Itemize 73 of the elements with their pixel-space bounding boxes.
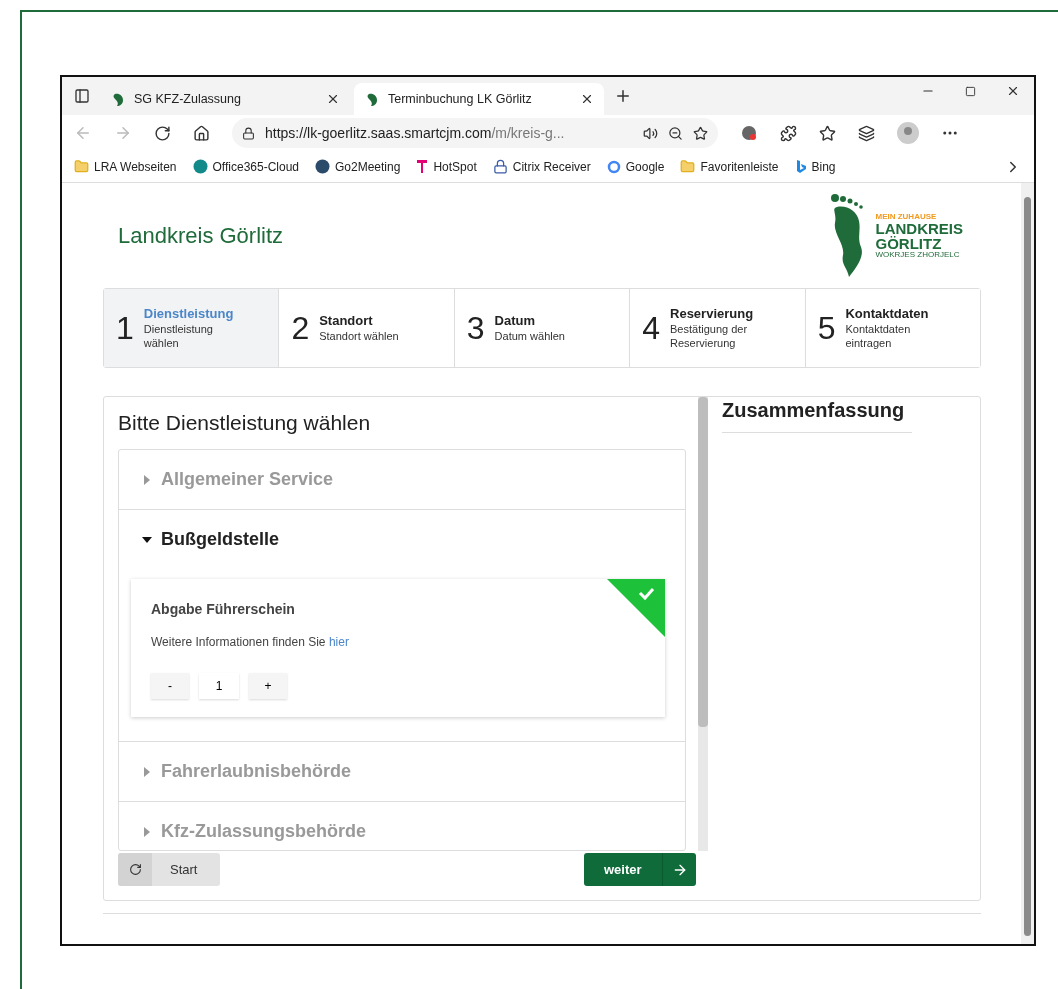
- page-title: Landkreis Görlitz: [118, 222, 284, 249]
- step-number: 1: [116, 309, 134, 347]
- zoom-out-icon[interactable]: [668, 125, 683, 141]
- bookmark-link[interactable]: Office365-Cloud: [212, 159, 299, 174]
- bookmark-link[interactable]: HotSpot: [433, 159, 477, 174]
- info-text: Weitere Informationen finden Sie hier: [151, 635, 350, 649]
- new-tab-icon[interactable]: [614, 87, 632, 105]
- step-subtitle: Datum wählen: [494, 329, 565, 344]
- service-card[interactable]: Abgabe Führerschein Weitere Informationen finden Sie hier - 1 +: [131, 579, 665, 717]
- bookmark-link[interactable]: Citrix Receiver: [512, 159, 591, 174]
- bookmark-link[interactable]: Google: [625, 159, 665, 174]
- step-title: Reservierung: [670, 305, 755, 321]
- extension-icon[interactable]: [740, 124, 758, 142]
- browser-tab[interactable]: SG KFZ-Zulassung: [100, 83, 350, 115]
- scrollbar-thumb[interactable]: [1024, 197, 1031, 936]
- step-title: Standort: [319, 312, 374, 328]
- step-number: 5: [817, 309, 836, 347]
- lock-icon: [492, 159, 508, 174]
- tab-panel-icon[interactable]: [74, 88, 90, 104]
- home-icon[interactable]: [193, 124, 210, 142]
- page-scrollbar[interactable]: [1021, 183, 1034, 944]
- collections-icon[interactable]: [858, 124, 875, 142]
- accordion-header[interactable]: Bußgeldstelle: [119, 510, 685, 569]
- step-title: Dienstleistung: [143, 305, 235, 321]
- step-number: 3: [466, 309, 485, 347]
- tab-title: Terminbuchung LK Görlitz: [388, 92, 533, 106]
- scrollbar-thumb[interactable]: [698, 397, 708, 727]
- logo-tagline: MEIN ZUHAUSE: [875, 212, 938, 221]
- logo-subline: WOKRJES ZHORJELC: [875, 250, 961, 259]
- bookmark-link[interactable]: LRA Webseiten: [94, 159, 177, 174]
- step-title: Datum: [494, 312, 537, 328]
- tab-title: SG KFZ-Zulassung: [134, 92, 242, 106]
- folder-icon: [74, 159, 89, 174]
- step-title: Kontaktdaten: [845, 305, 930, 321]
- bookmark-link[interactable]: Favoritenleiste: [700, 159, 779, 174]
- circle-icon: [315, 159, 330, 174]
- summary-heading: Zusammenfassung: [722, 397, 912, 433]
- close-icon[interactable]: [580, 92, 594, 106]
- puzzle-icon[interactable]: [780, 124, 797, 142]
- decrement-button[interactable]: -: [151, 673, 189, 699]
- panel-heading: Bitte Dienstleistung wählen: [118, 411, 372, 435]
- lock-icon: [242, 126, 255, 140]
- url-host: https://lk-goerlitz.saas.smartcjm.com: [265, 125, 492, 141]
- bookmark-link[interactable]: Bing: [811, 159, 836, 174]
- url-path: /m/kreis-g...: [491, 125, 565, 141]
- maximize-icon[interactable]: [965, 84, 976, 98]
- logo-text: GÖRLITZ: [875, 235, 943, 251]
- avatar-icon[interactable]: [897, 122, 919, 144]
- step-number: 2: [291, 309, 310, 347]
- folder-icon: [680, 159, 696, 174]
- service-title: Abgabe Führerschein: [151, 601, 296, 617]
- next-button[interactable]: weiter: [584, 853, 696, 886]
- start-button[interactable]: Start: [118, 853, 220, 886]
- close-icon[interactable]: [326, 92, 340, 106]
- increment-button[interactable]: +: [249, 673, 287, 699]
- browser-tab[interactable]: Terminbuchung LK Görlitz: [354, 83, 604, 115]
- step-subtitle: Kontaktdaten eintragen: [845, 322, 912, 351]
- quantity-field[interactable]: 1: [199, 673, 239, 699]
- info-link[interactable]: hier: [328, 635, 349, 649]
- bookmark-link[interactable]: Go2Meeting: [335, 159, 401, 174]
- read-aloud-icon[interactable]: [643, 125, 658, 141]
- step-subtitle: Bestätigung der Reservierung: [670, 322, 749, 351]
- star-icon[interactable]: [693, 125, 708, 141]
- favorites-icon[interactable]: [819, 124, 836, 142]
- close-icon[interactable]: [1006, 84, 1020, 98]
- restart-icon: [128, 863, 142, 876]
- reload-icon[interactable]: [154, 124, 171, 142]
- address-bar[interactable]: https://lk-goerlitz.saas.smartcjm.com/m/kreis-g...: [232, 118, 718, 148]
- scrollbar-track[interactable]: [698, 397, 708, 851]
- step-subtitle: Dienstleistung wählen: [143, 322, 214, 351]
- step-number: 4: [642, 309, 660, 347]
- logo-text: LANDKREIS: [875, 220, 963, 236]
- step-subtitle: Standort wählen: [319, 329, 399, 344]
